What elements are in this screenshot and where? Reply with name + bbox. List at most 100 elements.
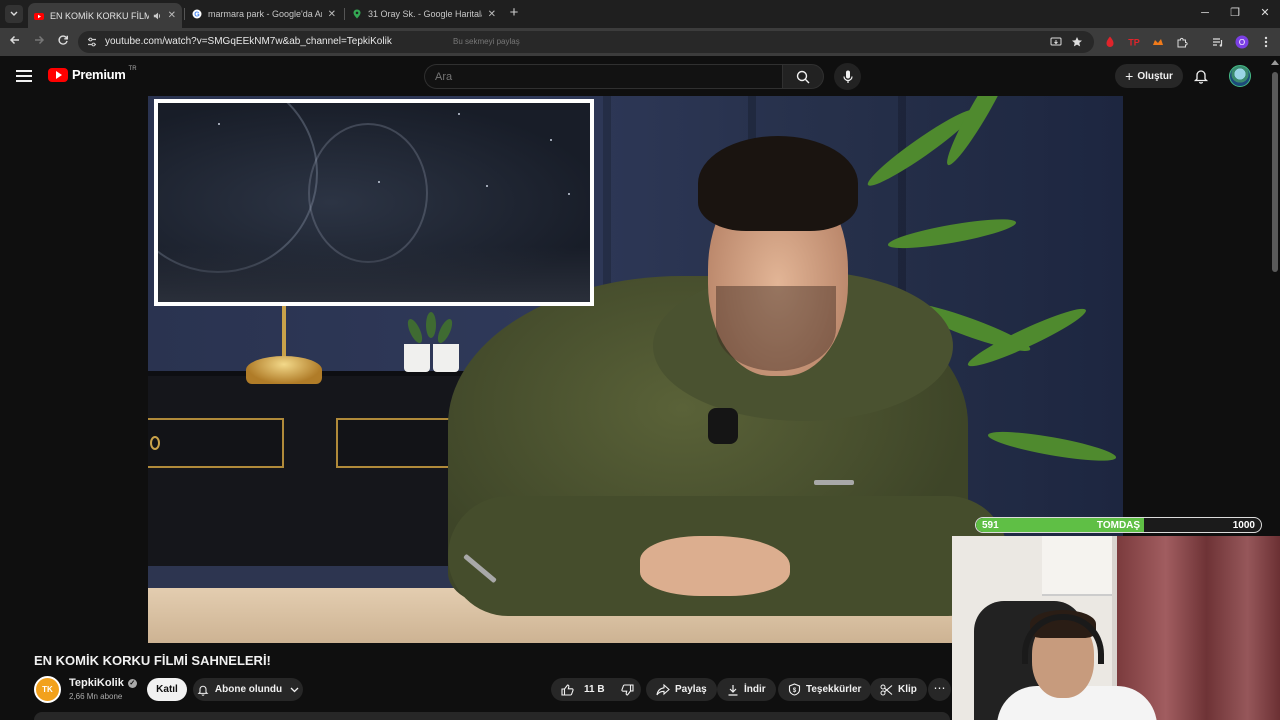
like-button[interactable]: 11 B <box>561 683 605 696</box>
logo-text: Premium <box>72 67 126 82</box>
profile-avatar-icon[interactable]: O <box>1234 34 1250 50</box>
browser-menu-icon[interactable] <box>1258 34 1274 50</box>
notifications-bell-icon[interactable] <box>1193 68 1209 84</box>
join-button[interactable]: Katıl <box>147 678 187 701</box>
share-arrow-icon <box>656 683 670 695</box>
share-tab-hint: Bu sekmeyi paylaş <box>453 37 520 46</box>
svg-text:TP: TP <box>1128 38 1140 48</box>
install-app-icon[interactable] <box>1048 34 1064 50</box>
youtube-premium-logo[interactable]: Premium TR <box>48 66 137 82</box>
reflective-stripe <box>814 480 854 485</box>
share-label: Paylaş <box>675 684 707 695</box>
tab-search-button[interactable] <box>5 5 23 23</box>
webcam-curtain <box>1117 536 1280 720</box>
search-box[interactable] <box>424 64 782 89</box>
channel-name-link[interactable]: TepkiKolik ✓ <box>69 677 137 689</box>
google-icon: G <box>192 9 202 19</box>
video-title: EN KOMİK KORKU FİLMİ SAHNELERİ! <box>34 653 271 668</box>
close-window-button[interactable]: ✕ <box>1255 4 1275 22</box>
tab-youtube[interactable]: EN KOMİK KORKU FİLMİ SA ✕ <box>28 3 182 28</box>
xp-progress-bar: 591 TOMDAŞ 1000 <box>975 517 1262 533</box>
youtube-play-icon <box>48 67 68 82</box>
inset-star <box>486 185 488 187</box>
inset-star <box>550 139 552 141</box>
voice-search-button[interactable] <box>834 63 861 90</box>
subscribed-button[interactable]: Abone olundu <box>193 678 303 701</box>
description-box[interactable] <box>34 712 950 720</box>
url-text: youtube.com/watch?v=SMGqEEkNM7w&ab_chann… <box>105 36 392 47</box>
tab-google-search[interactable]: G marmara park - Google'da Ara ✕ <box>186 3 342 25</box>
youtube-icon <box>34 12 44 20</box>
inset-arc <box>308 123 428 263</box>
more-actions-button[interactable]: ⋯ <box>928 678 951 701</box>
xp-max: 1000 <box>1232 520 1255 531</box>
extension-red-icon[interactable] <box>1102 34 1118 50</box>
inset-ground <box>158 247 590 302</box>
create-button[interactable]: + Oluştur <box>1115 64 1183 88</box>
tab-title: 31 Oray Sk. - Google Haritalar <box>368 9 482 19</box>
channel-avatar-initials: TK <box>42 685 53 694</box>
verified-badge-icon: ✓ <box>127 678 137 688</box>
new-tab-button[interactable]: + <box>505 4 523 22</box>
youtube-masthead: Premium TR + Oluştur <box>0 56 1270 96</box>
webcam-overlay <box>952 536 1280 720</box>
lamp-base <box>246 356 322 384</box>
address-bar[interactable]: youtube.com/watch?v=SMGqEEkNM7w&ab_chann… <box>78 31 1094 53</box>
webcam-shelf <box>1042 536 1112 596</box>
inset-star <box>568 193 570 195</box>
subscribed-label: Abone olundu <box>214 684 283 695</box>
smartwatch <box>708 408 738 444</box>
thumbs-down-icon <box>620 683 634 696</box>
tab-title: EN KOMİK KORKU FİLMİ SA <box>50 10 150 21</box>
plus-icon: + <box>1125 68 1134 84</box>
reload-icon <box>58 35 68 45</box>
tab-title: marmara park - Google'da Ara <box>208 9 322 19</box>
back-button[interactable] <box>6 33 24 51</box>
media-controls-icon[interactable] <box>1210 34 1226 50</box>
reload-button[interactable] <box>54 33 72 51</box>
plant-pot <box>404 344 430 372</box>
extension-tp-icon[interactable]: TP <box>1126 34 1142 50</box>
site-info-icon[interactable] <box>86 36 98 48</box>
chevron-down-icon <box>10 11 18 16</box>
super-thanks-icon: $ <box>788 683 801 696</box>
svg-text:$: $ <box>793 688 797 694</box>
restore-button[interactable]: ❐ <box>1225 4 1245 22</box>
thanks-button[interactable]: $ Teşekkürler <box>778 678 872 701</box>
scroll-thumb[interactable] <box>1272 72 1278 272</box>
account-avatar[interactable] <box>1229 65 1251 87</box>
close-tab-icon[interactable]: ✕ <box>168 10 176 21</box>
clip-label: Klip <box>898 684 917 695</box>
minimize-button[interactable]: ─ <box>1195 4 1215 22</box>
create-label: Oluştur <box>1137 70 1173 82</box>
browser-tab-strip: EN KOMİK KORKU FİLMİ SA ✕ G marmara park… <box>0 0 1280 28</box>
bookmark-star-icon[interactable] <box>1069 34 1085 50</box>
bell-icon <box>197 685 209 696</box>
close-tab-icon[interactable]: ✕ <box>328 9 336 20</box>
tab-separator <box>344 8 345 20</box>
search-button[interactable] <box>782 64 824 89</box>
extensions-puzzle-icon[interactable] <box>1174 34 1190 50</box>
inset-star <box>218 123 220 125</box>
download-button[interactable]: İndir <box>717 678 776 701</box>
search-input[interactable] <box>435 71 765 83</box>
clip-button[interactable]: Klip <box>870 678 927 701</box>
share-button[interactable]: Paylaş <box>646 678 717 701</box>
drawer-knob <box>150 436 160 450</box>
extension-orange-icon[interactable] <box>1150 34 1166 50</box>
arrow-right-icon <box>35 35 45 45</box>
person-hair <box>698 136 858 231</box>
forward-button[interactable] <box>30 33 48 51</box>
inset-star <box>378 181 380 183</box>
channel-avatar[interactable]: TK <box>34 676 61 703</box>
close-tab-icon[interactable]: ✕ <box>488 9 496 20</box>
guide-menu-icon[interactable] <box>16 70 32 82</box>
scroll-up-arrow-icon[interactable] <box>1271 60 1279 65</box>
xp-name: TOMDAŞ <box>1096 520 1141 531</box>
inset-star <box>458 113 460 115</box>
tab-google-maps[interactable]: 31 Oray Sk. - Google Haritalar ✕ <box>346 3 502 25</box>
plant-pot <box>433 344 459 372</box>
svg-text:G: G <box>194 12 200 19</box>
speaker-icon[interactable] <box>153 11 161 21</box>
dislike-button[interactable] <box>620 683 639 696</box>
